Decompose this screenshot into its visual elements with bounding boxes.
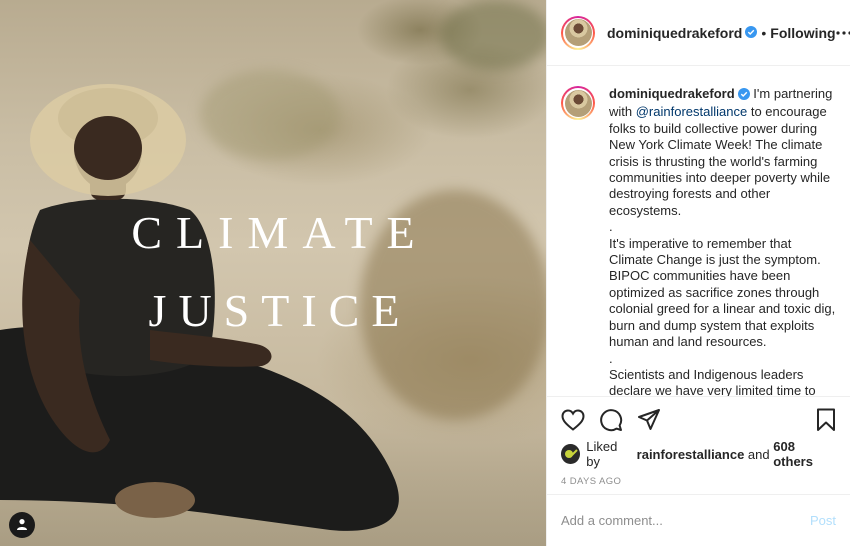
caption-body-1: to encourage folks to build collective p…	[609, 104, 831, 218]
liker-avatar[interactable]	[561, 444, 581, 464]
post-side-panel: dominiquedrakeford • Following dominique…	[546, 0, 850, 546]
header-username[interactable]: dominiquedrakeford	[607, 25, 742, 41]
following-button[interactable]: Following	[770, 25, 835, 41]
verified-badge-icon	[737, 88, 750, 104]
instagram-post: CLIMATE JUSTICE dominiquedrakeford • Fol…	[0, 0, 850, 546]
post-timestamp[interactable]: 4 DAYS AGO	[547, 466, 850, 494]
action-bar	[547, 396, 850, 442]
likes-others-link[interactable]: 608 others	[773, 439, 836, 469]
caption-mention-link[interactable]: @rainforestalliance	[636, 104, 747, 119]
caption-author[interactable]: dominiquedrakeford	[609, 86, 735, 101]
caption-text: dominiquedrakeford I'm partnering with @…	[609, 86, 836, 396]
comment-icon[interactable]	[599, 408, 623, 432]
post-comment-button[interactable]: Post	[810, 513, 836, 528]
seated-woman-figure	[0, 84, 399, 531]
post-header: dominiquedrakeford • Following	[547, 0, 850, 66]
header-avatar[interactable]	[561, 15, 595, 50]
liker-username[interactable]: rainforestalliance	[637, 447, 745, 462]
caption-body-3: Scientists and Indigenous leaders declar…	[609, 366, 816, 396]
tagged-users-button[interactable]	[9, 512, 35, 538]
likes-prefix: Liked by	[586, 439, 618, 469]
header-separator: •	[761, 24, 767, 41]
verified-badge-icon	[745, 25, 758, 41]
more-horizontal-icon[interactable]	[835, 30, 850, 35]
bookmark-icon[interactable]	[816, 408, 836, 432]
share-icon[interactable]	[637, 408, 661, 431]
comment-form: Post	[547, 494, 850, 546]
caption-avatar[interactable]	[561, 86, 595, 120]
caption-dot: .	[609, 350, 613, 366]
likes-summary: Liked by rainforestalliance and 608 othe…	[547, 439, 850, 469]
photo-headline-climate: CLIMATE	[131, 207, 429, 258]
person-icon	[16, 517, 28, 533]
photo-headline-justice: JUSTICE	[148, 285, 412, 336]
caption-area: dominiquedrakeford I'm partnering with @…	[547, 66, 850, 396]
post-photo[interactable]: CLIMATE JUSTICE	[0, 0, 546, 546]
heart-icon[interactable]	[561, 408, 585, 431]
caption-dot: .	[609, 219, 613, 235]
likes-and: and	[744, 446, 774, 462]
caption-body-2: It's imperative to remember that Climate…	[609, 235, 836, 350]
comment-input[interactable]	[561, 513, 810, 528]
